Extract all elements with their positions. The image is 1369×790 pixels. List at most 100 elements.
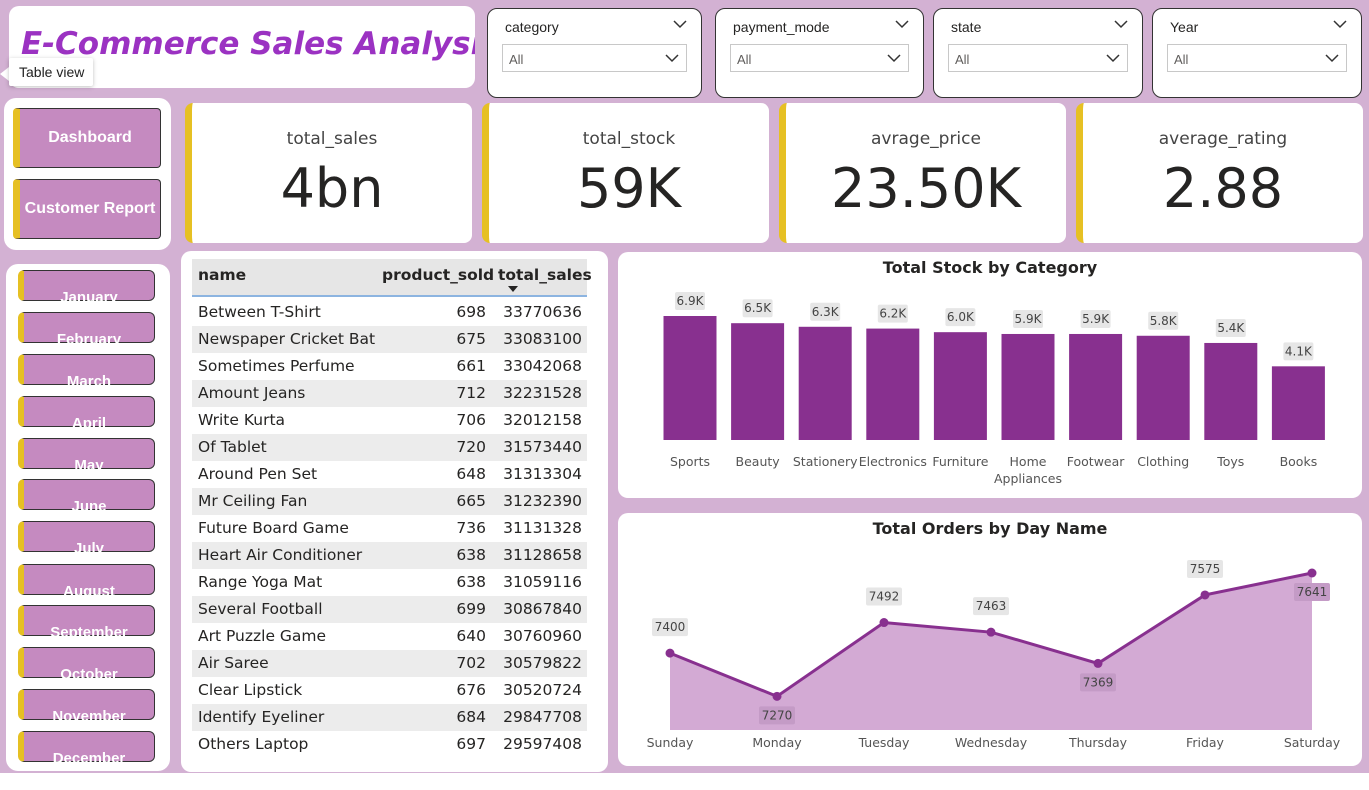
data-point[interactable] <box>879 618 889 628</box>
category-tick-label: Furniture <box>932 454 988 469</box>
chevron-down-icon[interactable] <box>895 20 909 29</box>
table-header: name product_sold total_sales <box>192 259 592 297</box>
table-row[interactable]: Around Pen Set 648 31313304 <box>192 461 587 488</box>
slicer-value: All <box>955 52 970 67</box>
table-row[interactable]: Of Tablet 720 31573440 <box>192 434 587 461</box>
kpi-card-average-rating: average_rating 2.88 <box>1076 103 1363 243</box>
kpi-value: 2.88 <box>1162 157 1284 220</box>
bar[interactable] <box>663 316 717 440</box>
month-button-september[interactable]: September <box>18 605 155 641</box>
category-tick-label: Toys <box>1216 454 1244 469</box>
cell-total-sales: 33083100 <box>503 330 582 348</box>
bar[interactable] <box>1136 335 1190 440</box>
cell-name: Several Football <box>198 600 323 618</box>
table-row[interactable]: Newspaper Cricket Bat 675 33083100 <box>192 326 587 353</box>
cell-total-sales: 30520724 <box>503 681 582 699</box>
state-dropdown[interactable]: All <box>948 44 1128 72</box>
data-label: 7641 <box>1297 585 1328 599</box>
chevron-down-icon[interactable] <box>673 20 687 29</box>
data-point[interactable] <box>665 648 675 658</box>
table-row[interactable]: Art Puzzle Game 640 30760960 <box>192 623 587 650</box>
category-tick-label: Books <box>1280 454 1318 469</box>
cell-total-sales: 30579822 <box>503 654 582 672</box>
bar[interactable] <box>1001 333 1055 440</box>
data-point[interactable] <box>1307 568 1317 578</box>
data-label: 7369 <box>1083 675 1114 689</box>
table-row[interactable]: Air Saree 702 30579822 <box>192 650 587 677</box>
table-row[interactable]: Between T-Shirt 698 33770636 <box>192 299 587 326</box>
cell-name: Amount Jeans <box>198 384 306 402</box>
cell-product-sold: 675 <box>456 330 486 348</box>
year-dropdown[interactable]: All <box>1167 44 1347 72</box>
cell-total-sales: 33770636 <box>503 303 582 321</box>
cell-name: Around Pen Set <box>198 465 318 483</box>
data-point[interactable] <box>1200 590 1210 600</box>
month-button-october[interactable]: October <box>18 647 155 683</box>
month-button-january[interactable]: January <box>18 270 155 306</box>
bar[interactable] <box>731 323 785 440</box>
column-header-product-sold[interactable]: product_sold <box>382 266 494 284</box>
data-point[interactable] <box>986 627 996 637</box>
bar[interactable] <box>1069 333 1123 440</box>
table-row[interactable]: Future Board Game 736 31131328 <box>192 515 587 542</box>
month-button-december[interactable]: December <box>18 731 155 767</box>
slicer-title: state <box>951 19 982 35</box>
month-button-july[interactable]: July <box>18 521 155 557</box>
category-tick-label: Beauty <box>736 454 781 469</box>
bar[interactable] <box>866 328 920 440</box>
table-row[interactable]: Others Laptop 697 29597408 <box>192 731 587 758</box>
customer-report-button[interactable]: Customer Report <box>13 179 161 239</box>
month-button-march[interactable]: March <box>18 354 155 390</box>
product-sales-table: name product_sold total_sales Between T-… <box>181 251 608 772</box>
data-point[interactable] <box>772 691 782 701</box>
month-button-april[interactable]: April <box>18 396 155 432</box>
table-row[interactable]: Write Kurta 706 32012158 <box>192 407 587 434</box>
category-tick-label: Footwear <box>1067 454 1126 469</box>
data-label: 7575 <box>1190 562 1221 576</box>
cell-product-sold: 684 <box>456 708 486 726</box>
month-button-may[interactable]: May <box>18 438 155 474</box>
chevron-down-icon[interactable] <box>1333 20 1347 29</box>
cell-product-sold: 720 <box>456 438 486 456</box>
category-tick-label: Sports <box>670 454 710 469</box>
cell-total-sales: 29847708 <box>503 708 582 726</box>
payment-mode-dropdown[interactable]: All <box>730 44 909 72</box>
bar[interactable] <box>1271 366 1325 440</box>
table-row[interactable]: Mr Ceiling Fan 665 31232390 <box>192 488 587 515</box>
slicer-payment-mode: payment_mode All <box>715 8 924 98</box>
kpi-label: avrage_price <box>871 129 981 149</box>
category-dropdown[interactable]: All <box>502 44 687 72</box>
slicer-title: category <box>505 19 559 35</box>
table-row[interactable]: Range Yoga Mat 638 31059116 <box>192 569 587 596</box>
column-header-name[interactable]: name <box>198 266 246 284</box>
slicer-year: Year All <box>1152 8 1362 98</box>
sort-descending-icon[interactable] <box>508 286 518 292</box>
table-row[interactable]: Several Football 699 30867840 <box>192 596 587 623</box>
cell-product-sold: 665 <box>456 492 486 510</box>
slicer-value: All <box>737 52 752 67</box>
data-point[interactable] <box>1093 658 1103 668</box>
category-tick-label: Home <box>1010 454 1047 469</box>
cell-product-sold: 712 <box>456 384 486 402</box>
chevron-down-icon[interactable] <box>1114 20 1128 29</box>
bar[interactable] <box>1204 342 1258 440</box>
table-row[interactable]: Amount Jeans 712 32231528 <box>192 380 587 407</box>
cell-total-sales: 31059116 <box>503 573 582 591</box>
table-row[interactable]: Sometimes Perfume 661 33042068 <box>192 353 587 380</box>
month-button-june[interactable]: June <box>18 479 155 515</box>
month-label: December <box>52 750 126 767</box>
month-button-november[interactable]: November <box>18 689 155 725</box>
data-label: 5.9K <box>1015 312 1043 326</box>
cell-total-sales: 32231528 <box>503 384 582 402</box>
bar[interactable] <box>798 326 852 440</box>
dashboard-button[interactable]: Dashboard <box>13 108 161 168</box>
month-button-august[interactable]: August <box>18 564 155 600</box>
column-header-total-sales[interactable]: total_sales <box>498 266 592 284</box>
table-row[interactable]: Identify Eyeliner 684 29847708 <box>192 704 587 731</box>
orders-by-day-chart: Total Orders by Day Name 7400 Sunday 7270 M… <box>618 513 1362 766</box>
data-label: 4.1K <box>1285 344 1313 358</box>
bar[interactable] <box>933 332 987 440</box>
month-button-february[interactable]: February <box>18 312 155 348</box>
table-row[interactable]: Clear Lipstick 676 30520724 <box>192 677 587 704</box>
table-row[interactable]: Heart Air Conditioner 638 31128658 <box>192 542 587 569</box>
